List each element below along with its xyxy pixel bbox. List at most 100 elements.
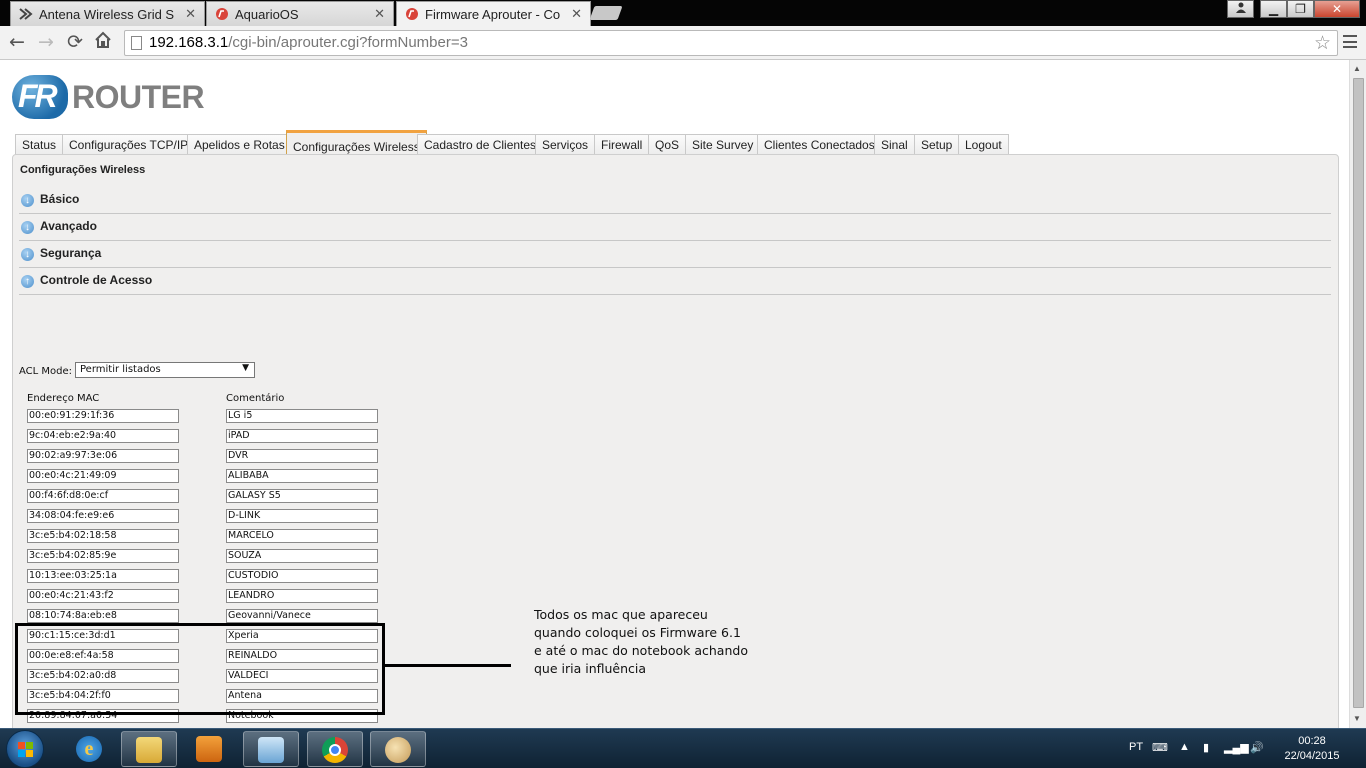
bookmark-star-icon[interactable]: ☆	[1314, 32, 1331, 55]
expand-down-icon: ↓	[21, 248, 34, 261]
comment-field[interactable]: ALIBABA	[226, 469, 378, 483]
comment-field[interactable]: MARCELO	[226, 529, 378, 543]
section-controle-acesso[interactable]: ↑ Controle de Acesso	[19, 268, 1331, 295]
close-tab-icon[interactable]: ✕	[571, 6, 582, 22]
new-tab-button[interactable]	[589, 6, 623, 20]
reload-icon[interactable]: ⟳	[64, 31, 86, 53]
back-arrow-icon[interactable]: ←	[6, 31, 28, 53]
mac-address-field[interactable]: 08:10:74:8a:eb:e8	[27, 609, 179, 623]
comment-column-header: Comentário	[226, 393, 285, 404]
mac-address-field[interactable]: 90:02:a9:97:3e:06	[27, 449, 179, 463]
forward-arrow-icon[interactable]: →	[35, 31, 57, 53]
highlight-box	[15, 623, 385, 715]
keyboard-icon[interactable]: ⌨	[1152, 741, 1168, 754]
tab-site-survey[interactable]: Site Survey	[685, 134, 761, 155]
comment-field[interactable]: DVR	[226, 449, 378, 463]
tab-tcpip[interactable]: Configurações TCP/IP	[62, 134, 196, 155]
tab-title: AquarioOS	[235, 7, 299, 22]
file-explorer-icon[interactable]	[121, 731, 177, 767]
windows-taskbar: e PT ⌨ ▲ ▮ ▂▄▆ 🔊 00:28 22/04/2015	[0, 728, 1366, 768]
system-clock[interactable]: 00:28 22/04/2015	[1282, 734, 1342, 764]
page-title: Configurações Wireless	[20, 164, 146, 176]
mac-address-field[interactable]: 3c:e5:b4:02:18:58	[27, 529, 179, 543]
tab-firewall[interactable]: Firewall	[594, 134, 650, 155]
annotation-connector-line	[385, 664, 511, 667]
tab-qos[interactable]: QoS	[648, 134, 687, 155]
close-tab-icon[interactable]: ✕	[374, 6, 385, 22]
start-button[interactable]	[6, 730, 44, 768]
mac-address-field[interactable]: 3c:e5:b4:02:85:9e	[27, 549, 179, 563]
expand-down-icon: ↓	[21, 194, 34, 207]
browser-tab-antena[interactable]: Antena Wireless Grid Stati ✕	[10, 1, 205, 26]
section-seguranca[interactable]: ↓ Segurança	[19, 241, 1331, 268]
section-label: Segurança	[40, 246, 102, 260]
user-profile-icon[interactable]	[1227, 0, 1254, 18]
mac-address-field[interactable]: 00:e0:4c:21:43:f2	[27, 589, 179, 603]
tab-clientes-conectados[interactable]: Clientes Conectados	[757, 134, 882, 155]
comment-field[interactable]: LEANDRO	[226, 589, 378, 603]
comment-field[interactable]: Geovanni/Vanece	[226, 609, 378, 623]
windows-logo-icon	[18, 742, 34, 758]
comment-field[interactable]: D-LINK	[226, 509, 378, 523]
scroll-up-arrow-icon[interactable]: ▲	[1353, 64, 1361, 73]
page-icon	[131, 36, 142, 50]
scroll-down-arrow-icon[interactable]: ▼	[1353, 714, 1361, 723]
router-favicon-icon	[406, 8, 418, 20]
address-bar[interactable]: 192.168.3.1/cgi-bin/aprouter.cgi?formNum…	[124, 30, 1338, 56]
tab-apelidos-rotas[interactable]: Apelidos e Rotas	[187, 134, 292, 155]
tab-logout[interactable]: Logout	[958, 134, 1009, 155]
router-favicon-icon	[216, 8, 228, 20]
mac-address-field[interactable]: 10:13:ee:03:25:1a	[27, 569, 179, 583]
tab-sinal[interactable]: Sinal	[874, 134, 915, 155]
browser-tab-strip: Antena Wireless Grid Stati ✕ AquarioOS ✕…	[0, 0, 1366, 27]
mac-address-field[interactable]: 00:e0:4c:21:49:09	[27, 469, 179, 483]
comment-field[interactable]: CUSTODIO	[226, 569, 378, 583]
annotation-note: Todos os mac que apareceu quando coloque…	[534, 607, 748, 676]
media-player-icon[interactable]	[182, 731, 238, 767]
battery-icon[interactable]: ▮	[1203, 741, 1209, 754]
mac-address-field[interactable]: 00:e0:91:29:1f:36	[27, 409, 179, 423]
section-label: Controle de Acesso	[40, 273, 153, 287]
mac-address-field[interactable]: 00:f4:6f:d8:0e:cf	[27, 489, 179, 503]
grid-stats-icon	[19, 8, 33, 20]
signal-icon[interactable]: ▂▄▆	[1224, 741, 1249, 754]
restore-button[interactable]: ❐	[1287, 0, 1314, 18]
comment-field[interactable]: GALASY S5	[226, 489, 378, 503]
comment-field[interactable]: SOUZA	[226, 549, 378, 563]
acl-mode-label: ACL Mode:	[19, 366, 73, 377]
minimize-button[interactable]: ▁	[1260, 0, 1287, 18]
url-text[interactable]: 192.168.3.1/cgi-bin/aprouter.cgi?formNum…	[149, 34, 468, 51]
collapse-up-icon: ↑	[21, 275, 34, 288]
logo-wordmark: ROUTER	[72, 79, 205, 115]
chrome-menu-icon[interactable]	[1343, 35, 1357, 48]
expand-down-icon: ↓	[21, 221, 34, 234]
tab-cadastro-clientes[interactable]: Cadastro de Clientes	[417, 134, 544, 155]
comment-field[interactable]: LG i5	[226, 409, 378, 423]
control-panel-icon[interactable]	[243, 731, 299, 767]
chrome-icon[interactable]	[307, 731, 363, 767]
section-basico[interactable]: ↓ Básico	[19, 187, 1331, 214]
paint-icon[interactable]	[370, 731, 426, 767]
volume-icon[interactable]: 🔊	[1250, 741, 1264, 754]
section-avancado[interactable]: ↓ Avançado	[19, 214, 1331, 241]
acl-mode-select[interactable]: Permitir listados ▼	[75, 362, 255, 378]
scrollbar-thumb[interactable]	[1353, 78, 1364, 708]
close-tab-icon[interactable]: ✕	[185, 6, 196, 22]
browser-tab-firmware[interactable]: Firmware Aprouter - Conf ✕	[396, 1, 591, 27]
internet-explorer-icon[interactable]: e	[62, 731, 118, 767]
vertical-scrollbar[interactable]: ▲ ▼	[1349, 60, 1366, 728]
dropdown-arrow-icon: ▼	[242, 363, 249, 373]
browser-tab-aquarioos[interactable]: AquarioOS ✕	[206, 1, 394, 26]
close-window-button[interactable]: ✕	[1314, 0, 1360, 18]
mac-column-header: Endereço MAC	[27, 393, 100, 404]
mac-address-field[interactable]: 9c:04:eb:e2:9a:40	[27, 429, 179, 443]
tab-status[interactable]: Status	[15, 134, 64, 155]
language-indicator[interactable]: PT	[1129, 741, 1143, 753]
mac-address-field[interactable]: 34:08:04:fe:e9:e6	[27, 509, 179, 523]
tab-wireless[interactable]: Configurações Wireless	[286, 130, 427, 156]
tab-setup[interactable]: Setup	[914, 134, 960, 155]
show-hidden-icons-icon[interactable]: ▲	[1179, 741, 1190, 753]
tab-servicos[interactable]: Serviços	[535, 134, 596, 155]
home-icon[interactable]	[92, 31, 114, 53]
comment-field[interactable]: iPAD	[226, 429, 378, 443]
